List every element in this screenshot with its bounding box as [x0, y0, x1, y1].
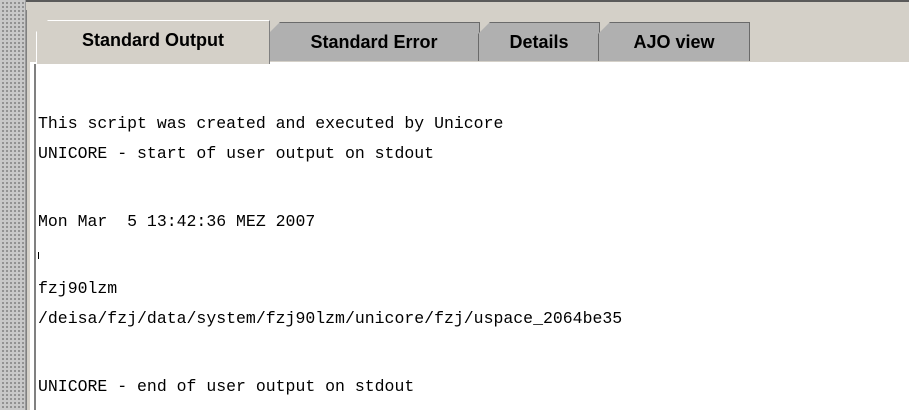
output-line: /deisa/fzj/data/system/fzj90lzm/unicore/…: [38, 309, 623, 328]
output-line: UNICORE - start of user output on stdout: [38, 144, 435, 163]
splitter-gutter[interactable]: [0, 0, 26, 410]
tab-ajo-view[interactable]: AJO view: [598, 22, 750, 62]
output-line: This script was created and executed by …: [38, 114, 504, 133]
tab-strip: Standard Error Details AJO view Standard…: [30, 12, 909, 64]
tab-details[interactable]: Details: [478, 22, 600, 62]
standard-output-panel[interactable]: This script was created and executed by …: [34, 64, 909, 410]
text-caret: [38, 252, 39, 259]
tab-standard-error[interactable]: Standard Error: [268, 22, 480, 62]
tab-standard-output[interactable]: Standard Output: [36, 20, 270, 64]
panel-top-edge: [26, 0, 909, 12]
output-line: UNICORE - end of user output on stdout: [38, 377, 415, 396]
output-line: fzj90lzm: [38, 279, 118, 298]
output-line: Mon Mar 5 13:42:36 MEZ 2007: [38, 212, 316, 231]
panel-left-border: [26, 10, 30, 410]
